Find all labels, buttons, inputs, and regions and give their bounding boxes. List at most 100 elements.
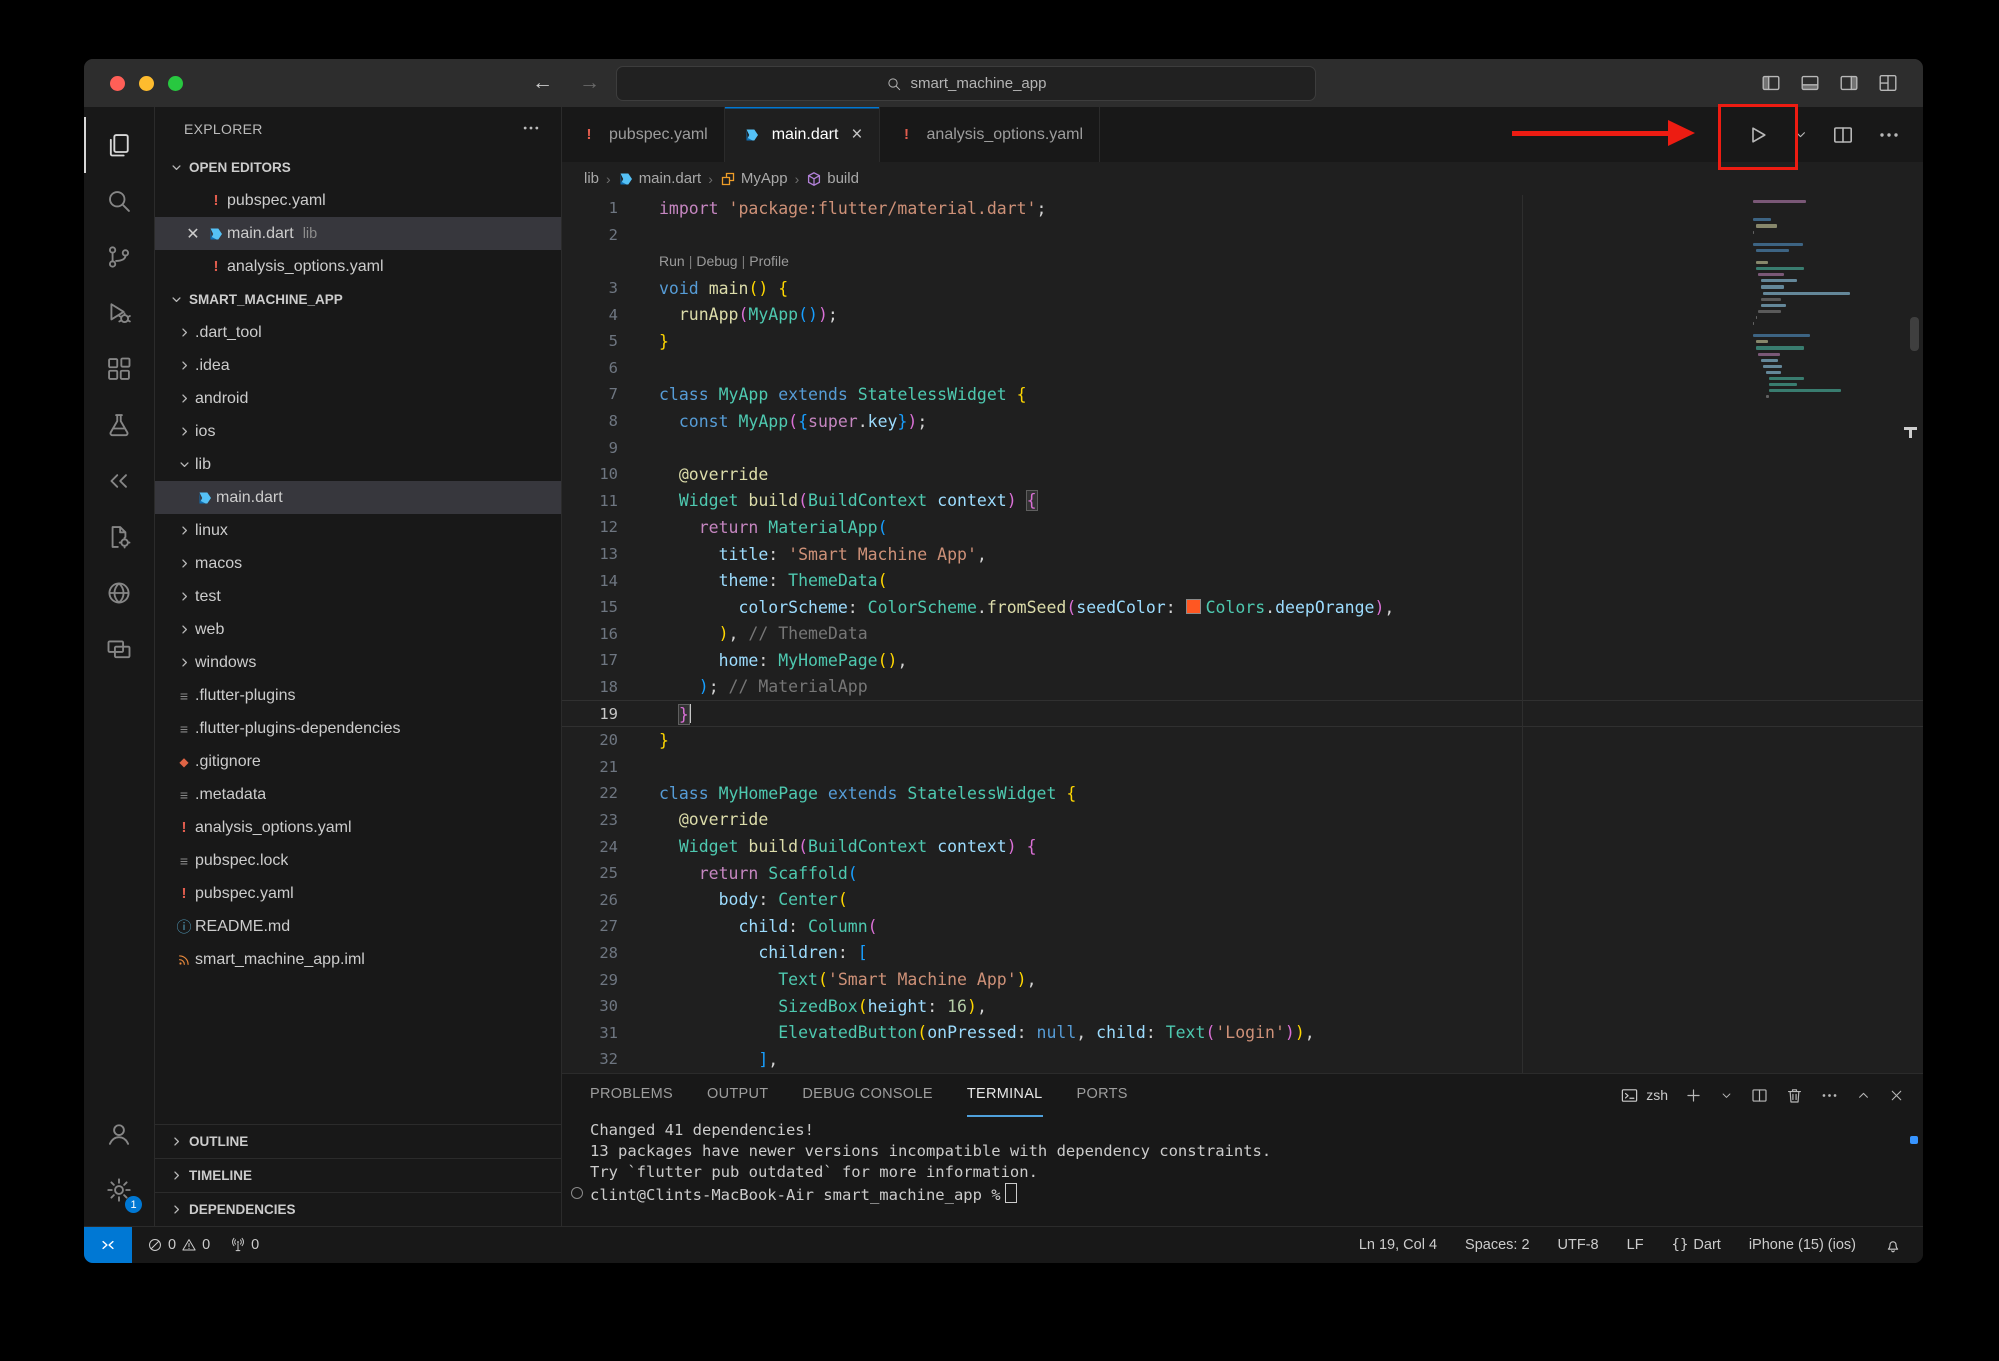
open-editor-pubspec.yaml[interactable]: !pubspec.yaml — [155, 184, 561, 217]
code-line-10[interactable]: 10 @override — [562, 461, 1923, 488]
explorer-more-actions-button[interactable] — [521, 118, 541, 141]
tree-item-test[interactable]: test — [155, 580, 561, 613]
tree-item-.flutter-plugins[interactable]: ≡.flutter-plugins — [155, 679, 561, 712]
panel-more-actions-button[interactable] — [1820, 1086, 1839, 1105]
code-line-25[interactable]: 25 return Scaffold( — [562, 860, 1923, 887]
tree-item-macos[interactable]: macos — [155, 547, 561, 580]
section-dependencies[interactable]: DEPENDENCIES — [155, 1192, 561, 1226]
code-line-19[interactable]: 19 } — [562, 700, 1923, 727]
status-notifications[interactable] — [1877, 1227, 1909, 1263]
code-line-12[interactable]: 12 return MaterialApp( — [562, 514, 1923, 541]
panel-tab-debug-console[interactable]: DEBUG CONSOLE — [802, 1073, 932, 1117]
activity-bar-accounts[interactable] — [84, 1106, 154, 1162]
split-terminal-button[interactable] — [1750, 1086, 1769, 1105]
minimize-window-button[interactable] — [139, 76, 154, 91]
code-line-26[interactable]: 26 body: Center( — [562, 886, 1923, 913]
activity-bar-references[interactable] — [84, 453, 154, 509]
panel-tab-terminal[interactable]: TERMINAL — [967, 1073, 1043, 1117]
codelens-debug[interactable]: Debug — [696, 253, 737, 269]
status-encoding[interactable]: UTF-8 — [1551, 1227, 1606, 1263]
codelens-profile[interactable]: Profile — [749, 253, 789, 269]
tab-main.dart[interactable]: main.dart× — [725, 107, 880, 162]
activity-bar-explorer[interactable] — [84, 117, 154, 173]
panel-tab-ports[interactable]: PORTS — [1077, 1073, 1128, 1117]
code-line-20[interactable]: 20} — [562, 727, 1923, 754]
status-cursor-position[interactable]: Ln 19, Col 4 — [1352, 1227, 1444, 1263]
code-line-1[interactable]: 1import 'package:flutter/material.dart'; — [562, 195, 1923, 222]
activity-bar-remote-explorer[interactable] — [84, 621, 154, 677]
code-line-24[interactable]: 24 Widget build(BuildContext context) { — [562, 833, 1923, 860]
tree-item-linux[interactable]: linux — [155, 514, 561, 547]
code-line-5[interactable]: 5} — [562, 328, 1923, 355]
close-panel-button[interactable] — [1888, 1087, 1905, 1104]
activity-bar-remote[interactable] — [84, 565, 154, 621]
code-line-2[interactable]: 2 — [562, 222, 1923, 249]
customize-layout-button[interactable] — [1877, 72, 1899, 94]
breadcrumb-build[interactable]: build — [806, 170, 859, 187]
breadcrumb-lib[interactable]: lib — [584, 170, 599, 187]
code-line-23[interactable]: 23 @override — [562, 807, 1923, 834]
command-center[interactable]: smart_machine_app — [616, 66, 1316, 101]
tree-item-lib[interactable]: lib — [155, 448, 561, 481]
zoom-window-button[interactable] — [168, 76, 183, 91]
split-editor-button[interactable] — [1831, 123, 1855, 147]
code-line-18[interactable]: 18 ); // MaterialApp — [562, 674, 1923, 701]
breadcrumb-MyApp[interactable]: MyApp — [720, 170, 788, 187]
tree-item-windows[interactable]: windows — [155, 646, 561, 679]
toggle-panel-button[interactable] — [1799, 72, 1821, 94]
back-button[interactable]: ← — [532, 71, 553, 95]
codelens-run[interactable]: Run — [659, 253, 685, 269]
terminal-prompt-line[interactable]: clint@Clints-MacBook-Air smart_machine_a… — [590, 1183, 1923, 1206]
code-line-13[interactable]: 13 title: 'Smart Machine App', — [562, 541, 1923, 568]
ports-indicator[interactable]: 0 — [223, 1227, 266, 1263]
tree-item-pubspec.yaml[interactable]: !pubspec.yaml — [155, 877, 561, 910]
tree-item-ios[interactable]: ios — [155, 415, 561, 448]
status-flutter-device[interactable]: iPhone (15) (ios) — [1742, 1227, 1863, 1263]
toggle-primary-sidebar-button[interactable] — [1760, 72, 1782, 94]
tree-item-.idea[interactable]: .idea — [155, 349, 561, 382]
tree-item-.flutter-plugins-dependencies[interactable]: ≡.flutter-plugins-dependencies — [155, 712, 561, 745]
tree-item-.gitignore[interactable]: ◆.gitignore — [155, 745, 561, 778]
editor-scrollbar[interactable] — [1910, 317, 1919, 351]
project-root-header[interactable]: SMART_MACHINE_APP — [155, 283, 561, 316]
code-line-21[interactable]: 21 — [562, 753, 1923, 780]
tree-item-pubspec.lock[interactable]: ≡pubspec.lock — [155, 844, 561, 877]
activity-bar-testing[interactable] — [84, 397, 154, 453]
kill-terminal-button[interactable] — [1785, 1086, 1804, 1105]
tree-item-smart_machine_app.iml[interactable]: smart_machine_app.iml — [155, 943, 561, 976]
tree-item-web[interactable]: web — [155, 613, 561, 646]
toggle-secondary-sidebar-button[interactable] — [1838, 72, 1860, 94]
breadcrumb-main.dart[interactable]: main.dart — [618, 170, 702, 187]
code-line-22[interactable]: 22class MyHomePage extends StatelessWidg… — [562, 780, 1923, 807]
open-editor-analysis_options.yaml[interactable]: !analysis_options.yaml — [155, 250, 561, 283]
more-actions-button[interactable] — [1877, 123, 1901, 147]
tree-item-.metadata[interactable]: ≡.metadata — [155, 778, 561, 811]
minimap[interactable] — [1747, 195, 1923, 1073]
terminal[interactable]: Changed 41 dependencies!13 packages have… — [562, 1116, 1923, 1226]
terminal-profile-dropdown-button[interactable] — [1719, 1088, 1734, 1103]
code-line-15[interactable]: 15 colorScheme: ColorScheme.fromSeed(see… — [562, 594, 1923, 621]
code-line-14[interactable]: 14 theme: ThemeData( — [562, 567, 1923, 594]
code-line-32[interactable]: 32 ], — [562, 1046, 1923, 1073]
panel-tab-problems[interactable]: PROBLEMS — [590, 1073, 673, 1117]
activity-bar-source-control[interactable] — [84, 229, 154, 285]
code-line-3[interactable]: 3void main() { — [562, 275, 1923, 302]
code-line-11[interactable]: 11 Widget build(BuildContext context) { — [562, 488, 1923, 515]
code-line-9[interactable]: 9 — [562, 434, 1923, 461]
tree-item-main.dart[interactable]: main.dart — [155, 481, 561, 514]
code-line-8[interactable]: 8 const MyApp({super.key}); — [562, 408, 1923, 435]
code-line-4[interactable]: 4 runApp(MyApp()); — [562, 301, 1923, 328]
activity-bar-settings[interactable]: 1 — [84, 1162, 154, 1218]
close-tab-icon[interactable]: × — [851, 124, 862, 146]
code-line-31[interactable]: 31 ElevatedButton(onPressed: null, child… — [562, 1019, 1923, 1046]
activity-bar-extensions[interactable] — [84, 341, 154, 397]
open-editor-main.dart[interactable]: ✕main.dartlib — [155, 217, 561, 250]
code-line-7[interactable]: 7class MyApp extends StatelessWidget { — [562, 381, 1923, 408]
panel-tab-output[interactable]: OUTPUT — [707, 1073, 768, 1117]
forward-button[interactable]: → — [579, 71, 600, 95]
section-outline[interactable]: OUTLINE — [155, 1124, 561, 1158]
tree-item-analysis_options.yaml[interactable]: !analysis_options.yaml — [155, 811, 561, 844]
code-line-28[interactable]: 28 children: [ — [562, 940, 1923, 967]
tree-item-.dart_tool[interactable]: .dart_tool — [155, 316, 561, 349]
code-line-27[interactable]: 27 child: Column( — [562, 913, 1923, 940]
